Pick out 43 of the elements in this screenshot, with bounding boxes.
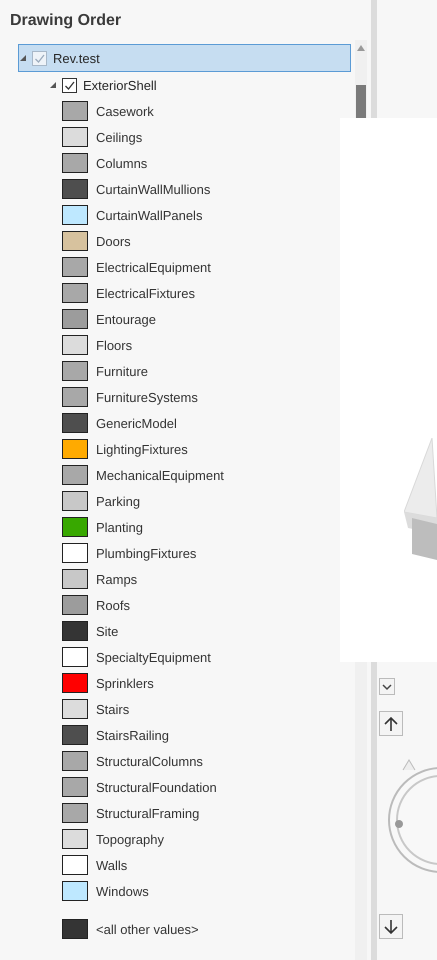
symbol-label: Floors [96, 338, 132, 352]
symbol-label: Planting [96, 520, 143, 534]
symbol-label: Roofs [96, 598, 130, 612]
scrollbar-thumb[interactable] [356, 85, 366, 118]
symbol-label: StairsRailing [96, 728, 169, 742]
symbol-label: Ceilings [96, 130, 142, 144]
symbol-label: <all other values> [96, 922, 199, 936]
arrow-down-icon [384, 918, 398, 934]
symbol-label: Walls [96, 858, 128, 872]
chevron-down-icon [382, 682, 392, 690]
symbol-label: Casework [96, 104, 154, 118]
pan-down-button[interactable] [379, 914, 404, 939]
symbol-label: Topography [96, 832, 164, 846]
symbol-label: Windows [96, 884, 149, 898]
symbol-label: Columns [96, 156, 148, 170]
symbol-label: Sprinklers [96, 676, 154, 690]
symbol-label: ElectricalEquipment [96, 260, 211, 274]
symbol-label: PlumbingFixtures [96, 546, 196, 560]
layer-name: Rev.test [53, 50, 100, 66]
symbol-label: Ramps [96, 572, 138, 586]
layer-name: ExteriorShell [83, 78, 157, 92]
symbol-label: MechanicalEquipment [96, 468, 224, 482]
dropdown-button[interactable] [379, 678, 396, 695]
symbol-label: Doors [96, 234, 131, 248]
symbol-label: ElectricalFixtures [96, 286, 195, 300]
pan-up-button[interactable] [379, 711, 404, 736]
arrow-up-icon [384, 716, 398, 732]
symbol-label: GenericModel [96, 416, 177, 430]
symbol-label: Furniture [96, 364, 148, 378]
scrollbar[interactable] [355, 40, 368, 118]
symbol-label: FurnitureSystems [96, 390, 198, 404]
panel-title: Drawing Order [9, 11, 122, 31]
symbol-label: Stairs [96, 702, 130, 716]
symbol-label: StructuralFraming [96, 806, 200, 820]
symbol-label: CurtainWallPanels [96, 208, 202, 222]
symbol-label: Entourage [96, 312, 156, 326]
symbol-label: Parking [96, 494, 140, 508]
symbol-label: Site [96, 624, 118, 638]
symbol-label: StructuralColumns [96, 754, 203, 768]
symbol-label: SpecialtyEquipment [96, 650, 211, 664]
symbol-label: LightingFixtures [96, 442, 188, 456]
symbol-label: CurtainWallMullions [96, 182, 210, 196]
symbol-label: StructuralFoundation [96, 780, 217, 794]
